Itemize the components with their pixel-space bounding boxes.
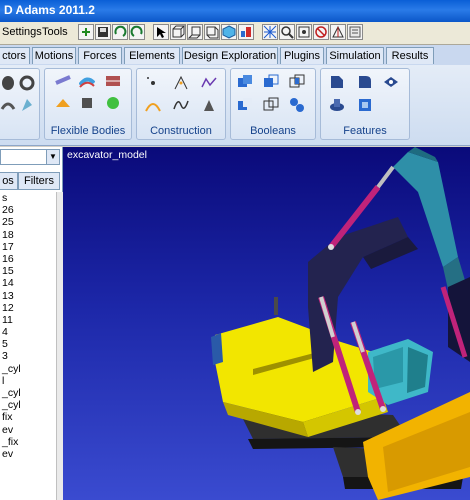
tab-connectors[interactable]: ctors: [0, 47, 30, 64]
boolean-union-icon[interactable]: [237, 74, 253, 90]
flex-replace-icon[interactable]: [55, 95, 71, 111]
tab-motions[interactable]: Motions: [32, 47, 76, 64]
menu-tools[interactable]: Tools: [42, 26, 68, 38]
ribbon-group-features: Features: [320, 68, 410, 140]
flex-modal-icon[interactable]: [105, 95, 121, 111]
boolean-chain-icon[interactable]: [289, 97, 305, 113]
plate-icon[interactable]: [19, 97, 35, 113]
browser-scrollbar[interactable]: [56, 192, 63, 500]
tree-item[interactable]: _fix: [0, 436, 56, 448]
tree-item[interactable]: 11: [0, 314, 56, 326]
flex-import-icon[interactable]: [105, 73, 121, 89]
tab-elements[interactable]: Elements: [124, 47, 180, 64]
features-label: Features: [343, 125, 387, 137]
view-side-icon[interactable]: [204, 24, 220, 40]
flexible-bodies-label: Flexible Bodies: [50, 125, 126, 137]
tree-item[interactable]: 15: [0, 265, 56, 277]
tree-item[interactable]: 13: [0, 290, 56, 302]
ribbon-group-solids: [0, 68, 40, 140]
tree-item[interactable]: 16: [0, 253, 56, 265]
excavator-model-render: [211, 147, 470, 500]
tree-item[interactable]: 25: [0, 216, 56, 228]
chevron-down-icon[interactable]: ▼: [46, 150, 59, 164]
tree-item[interactable]: 17: [0, 241, 56, 253]
save-icon[interactable]: [95, 24, 111, 40]
menu-settings[interactable]: Settings: [2, 26, 42, 38]
hole-icon[interactable]: [383, 74, 399, 90]
construction-label: Construction: [150, 125, 212, 137]
tree-item[interactable]: _cyl: [0, 399, 56, 411]
browser-dropdown[interactable]: ▼: [0, 149, 60, 165]
fillet-icon[interactable]: [357, 74, 373, 90]
tree-item[interactable]: 18: [0, 229, 56, 241]
tree-item[interactable]: ev: [0, 448, 56, 460]
select-icon[interactable]: [153, 24, 169, 40]
ribbon-group-flexible-bodies: Flexible Bodies: [44, 68, 132, 140]
torus-icon[interactable]: [19, 75, 35, 91]
cylinder-icon[interactable]: [0, 75, 16, 91]
chamfer-icon[interactable]: [329, 74, 345, 90]
tree-item[interactable]: ev: [0, 424, 56, 436]
marker-icon[interactable]: [173, 75, 189, 91]
boolean-cut-icon[interactable]: [237, 97, 253, 113]
tree-item[interactable]: 4: [0, 326, 56, 338]
tab-simulation[interactable]: Simulation: [326, 47, 384, 64]
translate-icon[interactable]: [296, 24, 312, 40]
tree-item[interactable]: s: [0, 192, 56, 204]
fit-icon[interactable]: [262, 24, 278, 40]
point-icon[interactable]: [145, 75, 161, 91]
ribbon-panel: Flexible Bodies Construction Booleans Fe…: [0, 65, 470, 146]
info-icon[interactable]: [347, 24, 363, 40]
tab-filters[interactable]: Filters: [18, 172, 60, 190]
redo-icon[interactable]: [129, 24, 145, 40]
zoom-icon[interactable]: [279, 24, 295, 40]
add-icon[interactable]: [78, 24, 94, 40]
tree-item[interactable]: l: [0, 375, 56, 387]
tab-browse[interactable]: os: [0, 172, 18, 190]
polyline-icon[interactable]: [201, 75, 217, 91]
tab-design-exploration[interactable]: Design Exploration: [182, 47, 278, 64]
tree-item[interactable]: 3: [0, 350, 56, 362]
ribbon-tab-bar: ctors Motions Forces Elements Design Exp…: [0, 45, 470, 66]
rotate-icon[interactable]: [313, 24, 329, 40]
measure-icon[interactable]: [330, 24, 346, 40]
boolean-merge-icon[interactable]: [263, 74, 279, 90]
arc-icon[interactable]: [145, 97, 161, 113]
tree-item[interactable]: 14: [0, 277, 56, 289]
tree-item[interactable]: _cyl: [0, 387, 56, 399]
geometry-icon[interactable]: [201, 97, 217, 113]
spline-icon[interactable]: [173, 97, 189, 113]
tree-item[interactable]: 26: [0, 204, 56, 216]
ribbon-group-construction: Construction: [136, 68, 226, 140]
tree-item[interactable]: 5: [0, 338, 56, 350]
tree-item[interactable]: _cyl: [0, 363, 56, 375]
tree-item[interactable]: 12: [0, 302, 56, 314]
booleans-label: Booleans: [250, 125, 296, 137]
link-icon[interactable]: [0, 97, 16, 113]
browser-tabs: os Filters: [0, 172, 62, 190]
boss-icon[interactable]: [329, 97, 345, 113]
view-front-icon[interactable]: [170, 24, 186, 40]
shell-icon[interactable]: [357, 97, 373, 113]
flex-beam-icon[interactable]: [55, 73, 71, 89]
view-iso-icon[interactable]: [221, 24, 237, 40]
flex-mesh-icon[interactable]: [79, 73, 95, 89]
window-title: D Adams 2011.2: [4, 3, 95, 17]
view-top-icon[interactable]: [187, 24, 203, 40]
undo-icon[interactable]: [112, 24, 128, 40]
graphics-viewport[interactable]: excavator_model: [63, 147, 470, 500]
ribbon-group-booleans: Booleans: [230, 68, 316, 140]
tab-results[interactable]: Results: [386, 47, 434, 64]
model-tree: s 26 25 18 17 16 15 14 13 12 11 4 5 3 _c…: [0, 192, 56, 500]
tab-plugins[interactable]: Plugins: [280, 47, 324, 64]
render-icon[interactable]: [238, 24, 254, 40]
flex-swap-icon[interactable]: [79, 95, 95, 111]
boolean-split-icon[interactable]: [263, 97, 279, 113]
tab-forces[interactable]: Forces: [78, 47, 122, 64]
title-bar: D Adams 2011.2: [0, 0, 470, 22]
tree-item[interactable]: fix: [0, 411, 56, 423]
boolean-intersect-icon[interactable]: [289, 74, 305, 90]
